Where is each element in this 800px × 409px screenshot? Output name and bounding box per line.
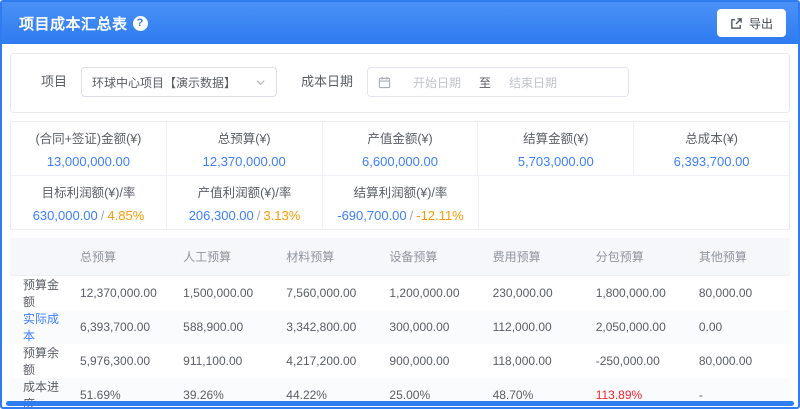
project-select-value: 环球中心项目【演示数据】 — [92, 74, 236, 91]
summary-card-value: 12,370,000.00 — [203, 154, 286, 169]
start-date-placeholder: 开始日期 — [395, 74, 479, 91]
table-row: 预算余额5,976,300.00911,100.004,217,200.0090… — [10, 344, 790, 378]
table-cell: 900,000.00 — [377, 344, 480, 378]
project-filter-label: 项目 — [41, 67, 67, 97]
table-cell: 300,000.00 — [377, 310, 480, 344]
column-header: 人工预算 — [171, 238, 274, 275]
project-cost-summary-page: 项目成本汇总表 ? 导出 项目 环球中心项目【演示数据】 — [0, 0, 800, 409]
summary-card-rate: 4.85% — [107, 208, 144, 223]
rate-separator: / — [407, 208, 417, 223]
rate-separator: / — [254, 208, 264, 223]
page-title: 项目成本汇总表 — [19, 13, 128, 34]
table-cell: 3,342,800.00 — [274, 310, 377, 344]
table-cell: 6,393,700.00 — [68, 310, 171, 344]
row-label: 预算金额 — [10, 275, 68, 310]
table-row: 预算金额12,370,000.001,500,000.007,560,000.0… — [10, 275, 790, 310]
chevron-down-icon — [255, 77, 266, 88]
summary-card-value: -690,700.00/-12.11% — [337, 208, 464, 223]
summary-card-rate: 3.13% — [263, 208, 300, 223]
summary-row-1: (合同+签证)金额(¥) 13,000,000.00 总预算(¥) 12,370,00… — [11, 122, 789, 175]
summary-cards: (合同+签证)金额(¥) 13,000,000.00 总预算(¥) 12,370,00… — [10, 121, 790, 230]
project-select[interactable]: 环球中心项目【演示数据】 — [81, 67, 277, 97]
date-range-input[interactable]: 开始日期 至 结束日期 — [367, 67, 629, 97]
column-header: 材料预算 — [274, 238, 377, 275]
export-button[interactable]: 导出 — [717, 9, 786, 37]
table-cell: 80,000.00 — [687, 275, 790, 310]
table-cell: 1,800,000.00 — [584, 275, 687, 310]
summary-row-2: 目标利润额(¥)/率 630,000.00/4.85% 产值利润额(¥)/率 206,… — [11, 175, 789, 229]
table-cell: 0.00 — [687, 310, 790, 344]
table-cell: 80,000.00 — [687, 344, 790, 378]
table-cell: 2,050,000.00 — [584, 310, 687, 344]
column-header — [10, 238, 68, 275]
budget-table: 总预算人工预算材料预算设备预算费用预算分包预算其他预算 预算金额12,370,0… — [10, 238, 790, 409]
summary-card-value: 5,703,000.00 — [518, 154, 594, 169]
summary-card-label: 产值金额(¥) — [367, 128, 432, 147]
summary-card-label: 结算金额(¥) — [523, 128, 588, 147]
summary-card: 总成本(¥) 6,393,700.00 — [634, 122, 789, 175]
horizontal-scrollbar[interactable] — [6, 401, 794, 406]
table-cell: 911,100.00 — [171, 344, 274, 378]
column-header: 设备预算 — [377, 238, 480, 275]
table-cell: 1,500,000.00 — [171, 275, 274, 310]
column-header: 总预算 — [68, 238, 171, 275]
summary-card-label: 目标利润额(¥)/率 — [42, 182, 136, 201]
column-header: 分包预算 — [584, 238, 687, 275]
page-header: 项目成本汇总表 ? 导出 — [2, 2, 798, 44]
summary-card-label: 总预算(¥) — [218, 128, 271, 147]
column-header: 费用预算 — [481, 238, 584, 275]
table-cell: -250,000.00 — [584, 344, 687, 378]
summary-card-rate: -12.11% — [416, 208, 463, 223]
summary-empty-cell — [479, 176, 789, 229]
summary-card-value: 6,600,000.00 — [362, 154, 438, 169]
summary-card: (合同+签证)金额(¥) 13,000,000.00 — [11, 122, 167, 175]
table-cell: 12,370,000.00 — [68, 275, 171, 310]
row-label: 实际成本 — [10, 310, 68, 344]
column-header: 其他预算 — [687, 238, 790, 275]
row-label: 预算余额 — [10, 344, 68, 378]
export-icon — [730, 17, 743, 30]
summary-card: 产值利润额(¥)/率 206,300.00/3.13% — [167, 176, 323, 229]
table-cell: 588,900.00 — [171, 310, 274, 344]
table-cell: 118,000.00 — [481, 344, 584, 378]
export-button-label: 导出 — [749, 15, 773, 32]
summary-card-label: 总成本(¥) — [685, 128, 738, 147]
table-row: 实际成本6,393,700.00588,900.003,342,800.0030… — [10, 310, 790, 344]
table-cell: 112,000.00 — [481, 310, 584, 344]
summary-card: 目标利润额(¥)/率 630,000.00/4.85% — [11, 176, 167, 229]
table-cell: 1,200,000.00 — [377, 275, 480, 310]
summary-card: 结算金额(¥) 5,703,000.00 — [478, 122, 634, 175]
summary-card-value: 206,300.00/3.13% — [189, 208, 301, 223]
calendar-icon — [378, 76, 391, 89]
end-date-placeholder: 结束日期 — [491, 74, 575, 91]
filter-bar: 项目 环球中心项目【演示数据】 成本日期 开始 — [10, 53, 790, 113]
summary-card: 总预算(¥) 12,370,000.00 — [167, 122, 323, 175]
summary-card: 产值金额(¥) 6,600,000.00 — [323, 122, 479, 175]
summary-card: 结算利润额(¥)/率 -690,700.00/-12.11% — [323, 176, 479, 229]
rate-separator: / — [98, 208, 108, 223]
table-cell: 7,560,000.00 — [274, 275, 377, 310]
summary-card-value: 13,000,000.00 — [47, 154, 130, 169]
table-header-row: 总预算人工预算材料预算设备预算费用预算分包预算其他预算 — [10, 238, 790, 275]
cost-date-filter-label: 成本日期 — [301, 67, 353, 97]
help-icon[interactable]: ? — [133, 16, 148, 31]
summary-card-value: 6,393,700.00 — [674, 154, 750, 169]
date-range-separator: 至 — [479, 74, 491, 91]
summary-card-label: 结算利润额(¥)/率 — [354, 182, 448, 201]
summary-card-label: 产值利润额(¥)/率 — [198, 182, 292, 201]
table-cell: 4,217,200.00 — [274, 344, 377, 378]
summary-card-value: 630,000.00/4.85% — [33, 208, 145, 223]
table-cell: 230,000.00 — [481, 275, 584, 310]
summary-card-label: (合同+签证)金额(¥) — [35, 128, 141, 147]
table-cell: 5,976,300.00 — [68, 344, 171, 378]
